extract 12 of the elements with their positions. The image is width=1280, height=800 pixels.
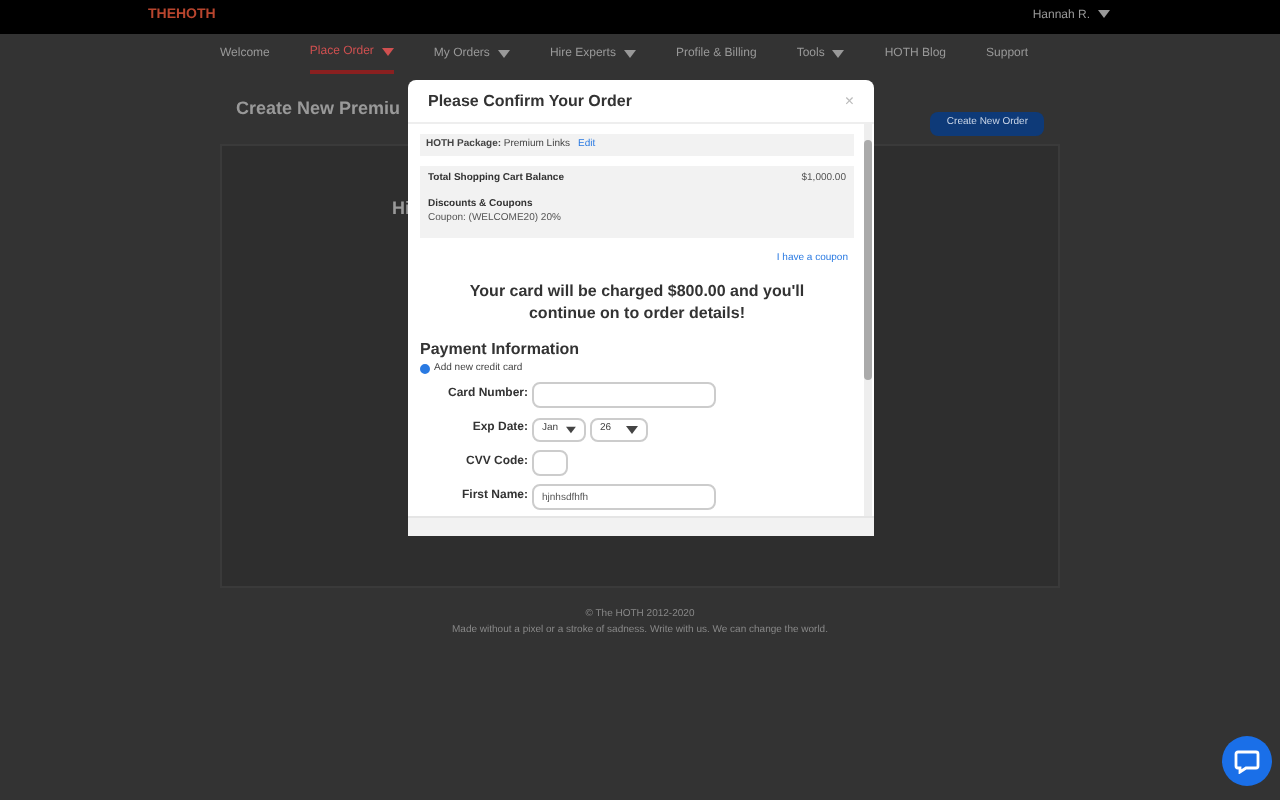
caret-icon bbox=[1098, 10, 1110, 19]
charge-message: Your card will be charged $800.00 and you'll continue on to order details! bbox=[467, 279, 807, 323]
caret-icon bbox=[566, 425, 576, 433]
dialog-title: Please Confirm Your Order bbox=[428, 89, 632, 113]
payment-heading: Payment Information bbox=[420, 337, 582, 361]
chat-bubble-icon bbox=[1234, 749, 1260, 773]
page-title: Create New Premiu bbox=[236, 96, 401, 123]
text-field[interactable] bbox=[532, 382, 716, 408]
cvv-field[interactable] bbox=[532, 450, 568, 476]
caret-icon bbox=[626, 425, 638, 433]
chat-button[interactable] bbox=[1222, 736, 1272, 786]
radio-button[interactable] bbox=[420, 363, 430, 374]
